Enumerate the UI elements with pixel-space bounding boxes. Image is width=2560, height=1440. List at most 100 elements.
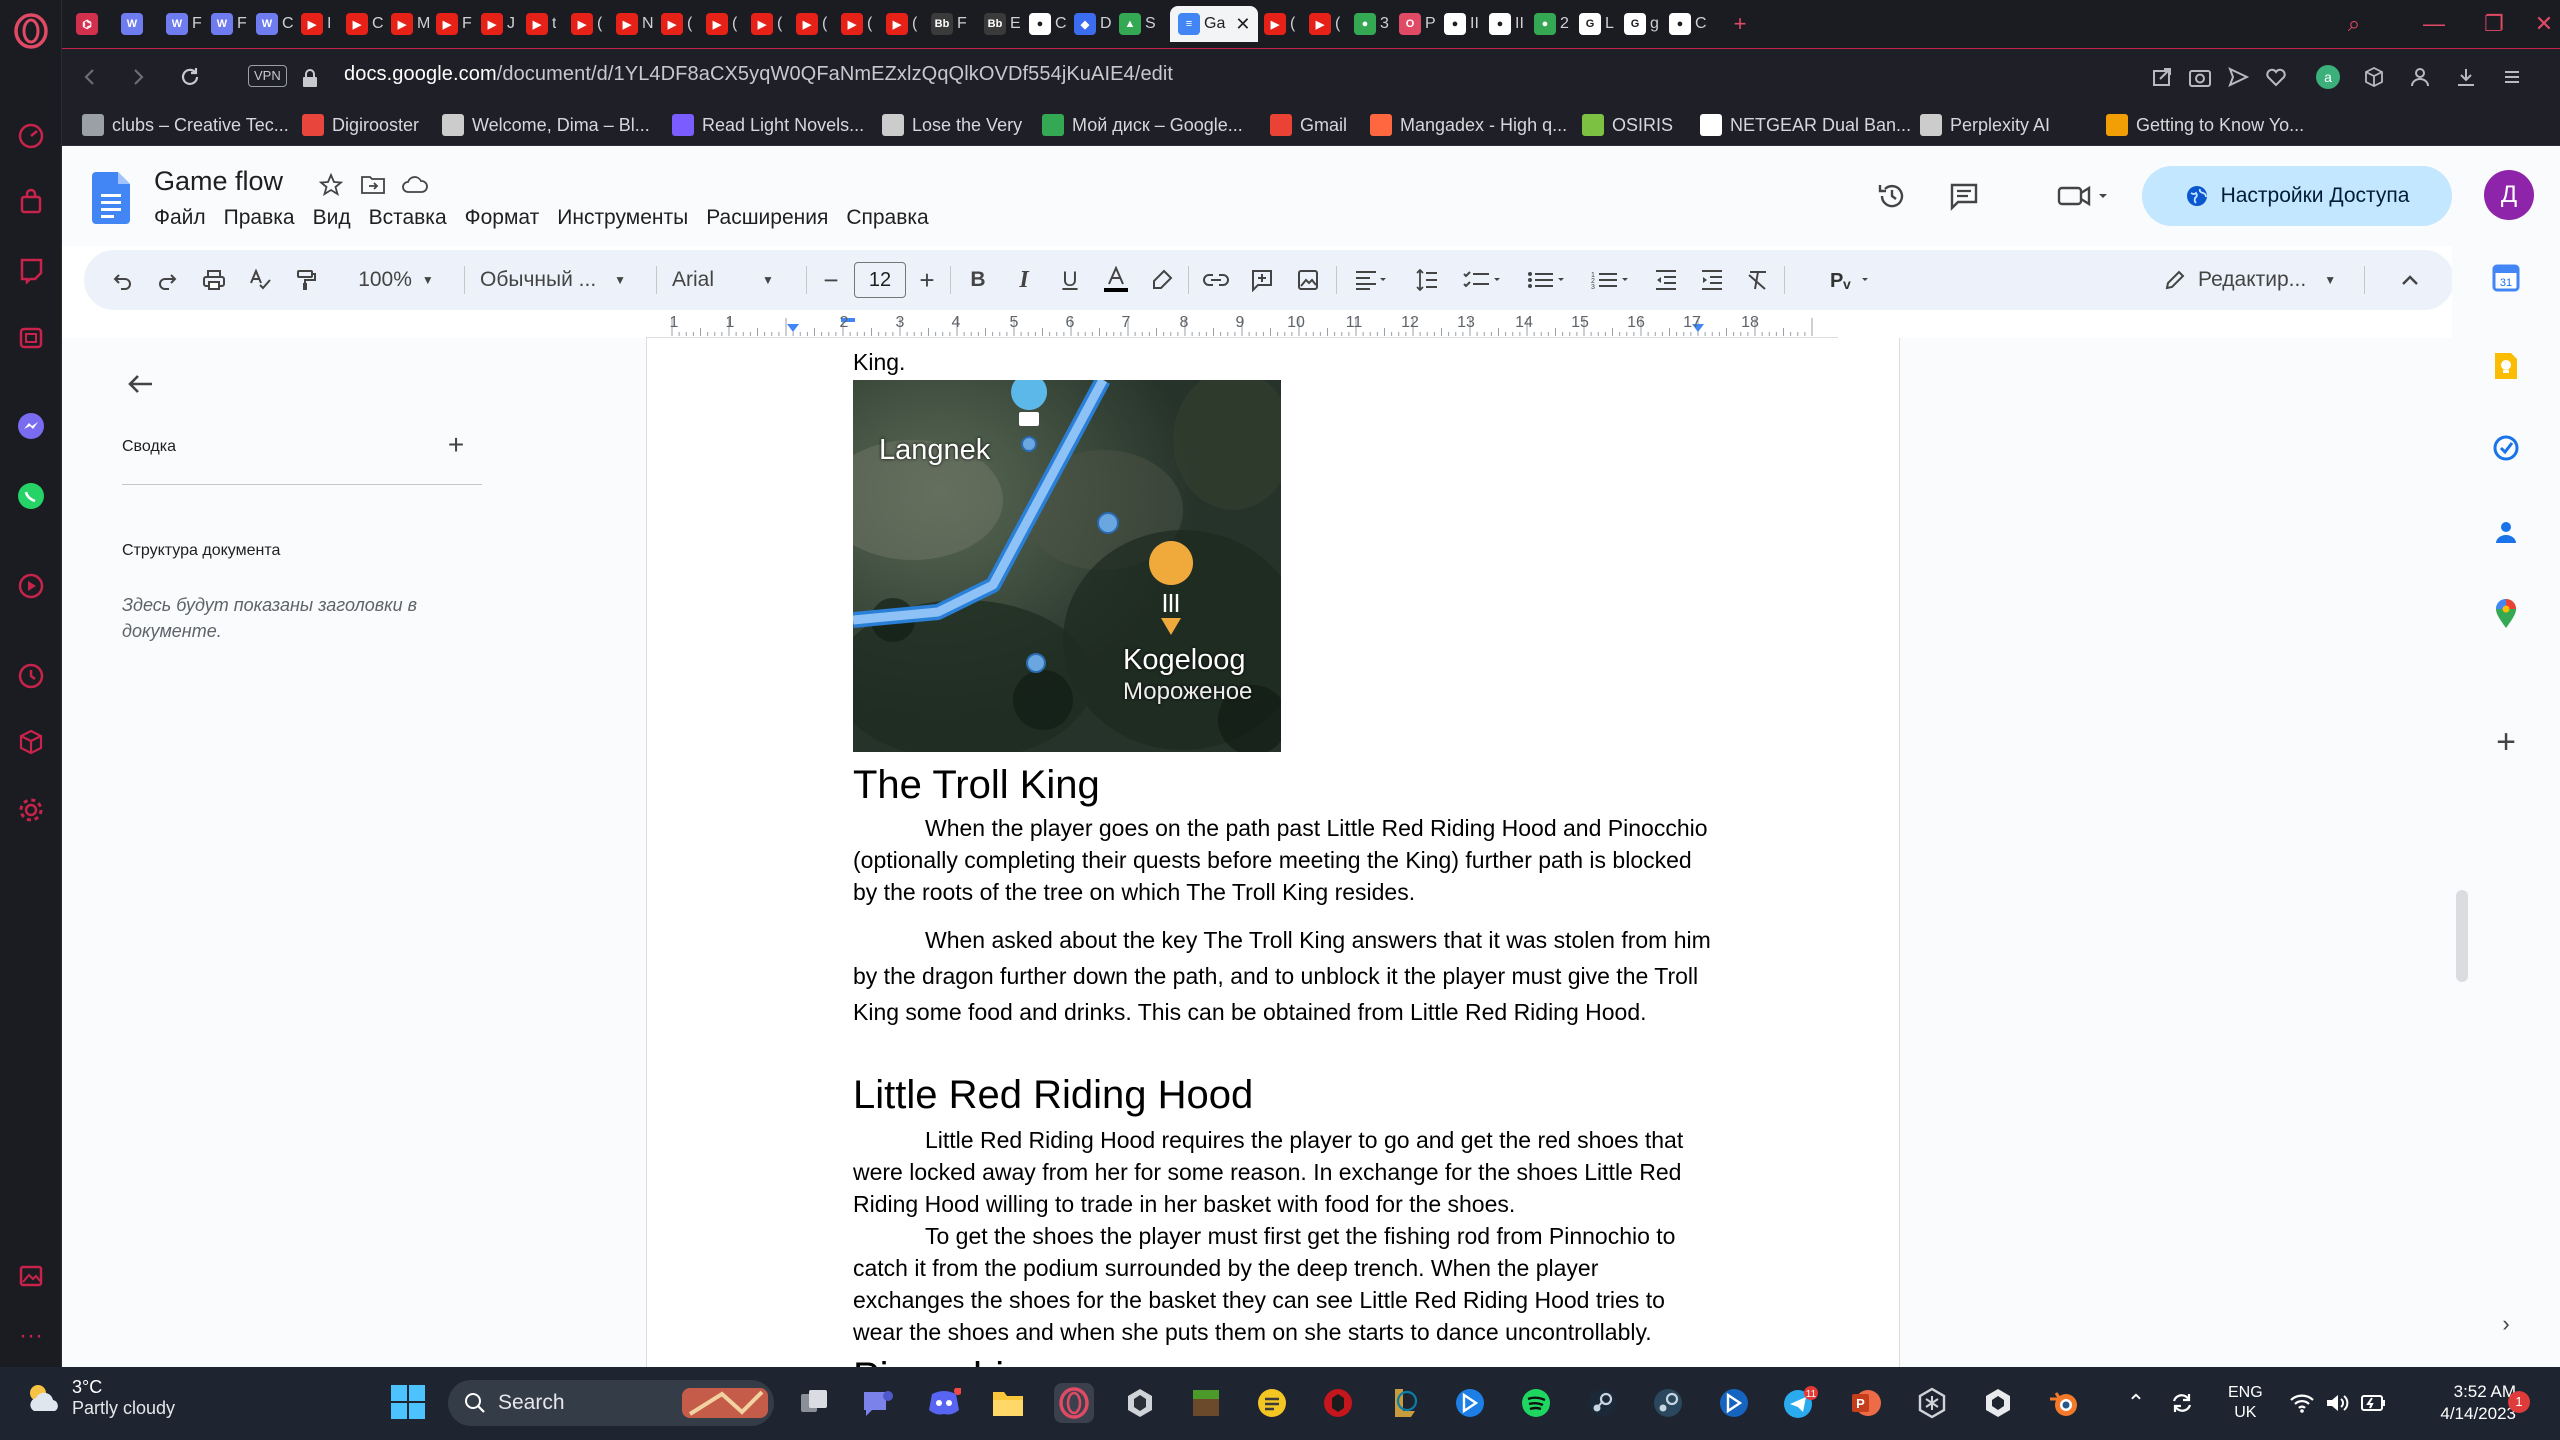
tab[interactable]: ▶ t bbox=[526, 6, 556, 42]
contacts-icon[interactable] bbox=[2490, 516, 2522, 548]
close-outline-back-arrow-icon[interactable] bbox=[120, 364, 160, 404]
meet-icon[interactable] bbox=[2048, 176, 2118, 216]
spellcheck-icon[interactable] bbox=[244, 264, 276, 296]
tasks-icon[interactable] bbox=[2490, 432, 2522, 464]
lock-icon[interactable] bbox=[294, 62, 326, 94]
forward-icon[interactable] bbox=[122, 61, 154, 93]
unity-icon[interactable] bbox=[1120, 1383, 1160, 1423]
bookmark-item[interactable]: Мой диск – Google... bbox=[1042, 112, 1243, 138]
spotify-icon[interactable] bbox=[1516, 1383, 1556, 1423]
text-color-icon[interactable] bbox=[1100, 264, 1132, 296]
vertical-scrollbar-thumb[interactable] bbox=[2456, 890, 2468, 982]
opera-gx-logo-icon[interactable] bbox=[12, 12, 50, 50]
tab[interactable]: ▶ F bbox=[436, 6, 472, 42]
decrease-font-size-icon[interactable]: − bbox=[816, 264, 846, 296]
tab[interactable]: ▶ J bbox=[481, 6, 515, 42]
font-select[interactable]: Arial ▼ bbox=[672, 264, 822, 296]
tab[interactable]: ● II bbox=[1444, 6, 1479, 42]
checklist-select[interactable] bbox=[1456, 264, 1510, 296]
print-icon[interactable] bbox=[198, 264, 230, 296]
speed-dial-icon[interactable] bbox=[13, 118, 49, 154]
share-page-icon[interactable] bbox=[2146, 61, 2178, 93]
more-icon[interactable]: ··· bbox=[13, 1318, 49, 1354]
search-tabs-icon[interactable]: ⌕ bbox=[2332, 6, 2376, 42]
bluestacks-icon[interactable] bbox=[1450, 1383, 1490, 1423]
align-select[interactable] bbox=[1346, 264, 1396, 296]
calendar-icon[interactable]: 31 bbox=[2490, 262, 2522, 294]
docs-logo-icon[interactable] bbox=[92, 172, 130, 224]
collapse-menus-icon[interactable] bbox=[2394, 264, 2426, 296]
page-content[interactable]: King. Langnek Kogeloog Мороженое The Tro… bbox=[853, 338, 1713, 1367]
tab[interactable]: W bbox=[121, 6, 147, 42]
redo-icon[interactable] bbox=[152, 264, 184, 296]
back-icon[interactable] bbox=[74, 61, 106, 93]
gallery-icon[interactable] bbox=[13, 1258, 49, 1294]
gx-corner-icon[interactable] bbox=[13, 320, 49, 356]
tab[interactable]: WF bbox=[211, 6, 247, 42]
bookmark-item[interactable]: Getting to Know Yo... bbox=[2106, 112, 2304, 138]
paragraph[interactable]: When the player goes on the path past Li… bbox=[853, 812, 1713, 908]
new-tab-plus-icon[interactable]: + bbox=[1718, 6, 1762, 42]
menu-view[interactable]: Вид bbox=[304, 206, 360, 230]
url-field[interactable]: docs.google.com/document/d/1YL4DF8aCX5yq… bbox=[344, 63, 1173, 86]
steam-icon[interactable] bbox=[1582, 1383, 1622, 1423]
zoom-select[interactable]: 100% ▼ bbox=[346, 264, 446, 296]
bookmark-item[interactable]: NETGEAR Dual Ban... bbox=[1700, 112, 1911, 138]
maximize-icon[interactable]: ❐ bbox=[2472, 6, 2516, 42]
avatar[interactable]: Д bbox=[2484, 170, 2534, 220]
tab[interactable]: ▶( bbox=[706, 6, 737, 42]
menu-file[interactable]: Файл bbox=[154, 206, 215, 230]
task-view-icon[interactable] bbox=[794, 1383, 834, 1423]
insert-image-icon[interactable] bbox=[1292, 264, 1324, 296]
tab[interactable]: ▶( bbox=[841, 6, 872, 42]
tab[interactable]: Gg bbox=[1624, 6, 1659, 42]
style-select[interactable]: Обычный ... ▼ bbox=[480, 264, 650, 296]
minimize-icon[interactable]: — bbox=[2412, 6, 2456, 42]
close-window-icon[interactable]: ✕ bbox=[2522, 6, 2560, 42]
ruler[interactable]: 1 1 2 3 4 5 6 7 8 9 10 11 12 13 14 15 16 17 18 bbox=[646, 314, 1838, 338]
telegram-icon[interactable]: 11 bbox=[1780, 1383, 1820, 1423]
paragraph[interactable]: Little Red Riding Hood requires the play… bbox=[853, 1124, 1713, 1220]
unity-secondary-icon[interactable] bbox=[1978, 1383, 2018, 1423]
bookmark-item[interactable]: Perplexity AI bbox=[1920, 112, 2050, 138]
download-icon[interactable] bbox=[2450, 61, 2482, 93]
decrease-indent-icon[interactable] bbox=[1650, 264, 1682, 296]
star-icon[interactable] bbox=[316, 170, 346, 200]
tab[interactable]: ● C bbox=[1029, 6, 1067, 42]
bookmark-item[interactable]: OSIRIS bbox=[1582, 112, 1673, 138]
tab[interactable]: ▶ I bbox=[301, 6, 331, 42]
move-folder-icon[interactable] bbox=[358, 170, 388, 200]
bookmark-item[interactable]: Digirooster bbox=[302, 112, 419, 138]
menu-edit[interactable]: Правка bbox=[215, 206, 304, 230]
maps-icon[interactable] bbox=[2490, 598, 2522, 630]
document-page[interactable]: King. Langnek Kogeloog Мороженое The Tro… bbox=[646, 338, 1900, 1367]
underline-icon[interactable]: U bbox=[1054, 264, 1086, 296]
reload-icon[interactable] bbox=[174, 61, 206, 93]
system-clock[interactable]: 3:52 AM 4/14/2023 bbox=[2402, 1381, 2516, 1425]
menu-extensions[interactable]: Расширения bbox=[697, 206, 837, 230]
font-size-input[interactable]: 12 bbox=[854, 262, 906, 298]
increase-font-size-icon[interactable]: + bbox=[912, 264, 942, 296]
input-tools-select[interactable]: Pv bbox=[1824, 264, 1880, 296]
tab[interactable]: ● C bbox=[1669, 6, 1707, 42]
sync-tray-icon[interactable] bbox=[2162, 1383, 2202, 1423]
tab[interactable]: ▶( bbox=[1264, 6, 1295, 42]
editing-mode-select[interactable]: Редактир... ▼ bbox=[2164, 264, 2354, 296]
tab[interactable]: ▶( bbox=[751, 6, 782, 42]
tab[interactable]: ▶ N bbox=[616, 6, 654, 42]
notes-app-icon[interactable] bbox=[1252, 1383, 1292, 1423]
tab[interactable]: OP bbox=[1399, 6, 1436, 42]
paint-format-icon[interactable] bbox=[290, 264, 322, 296]
tab[interactable]: Bb F bbox=[931, 6, 967, 42]
undo-icon[interactable] bbox=[106, 264, 138, 296]
file-explorer-icon[interactable] bbox=[988, 1383, 1028, 1423]
link-icon[interactable] bbox=[1200, 264, 1232, 296]
bookmark-item[interactable]: clubs – Creative Tec... bbox=[82, 112, 289, 138]
volume-icon[interactable] bbox=[2318, 1383, 2358, 1423]
tab[interactable]: ⌬ bbox=[76, 6, 102, 42]
messenger-icon[interactable] bbox=[13, 408, 49, 444]
notification-badge[interactable]: 1 bbox=[2508, 1391, 2530, 1413]
menu-insert[interactable]: Вставка bbox=[360, 206, 456, 230]
heart-icon[interactable] bbox=[2260, 61, 2292, 93]
show-side-panel-chevron-icon[interactable]: › bbox=[2490, 1308, 2522, 1340]
